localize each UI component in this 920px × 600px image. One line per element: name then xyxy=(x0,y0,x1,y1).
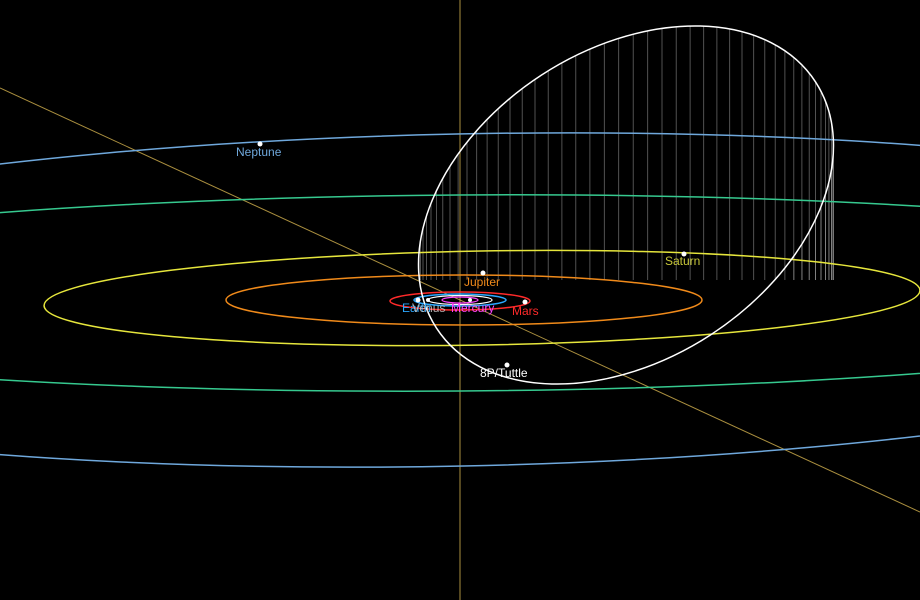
orbit-diagram: Neptune Saturn Jupiter Mars Earth Venus … xyxy=(0,0,920,600)
jupiter-label: Jupiter xyxy=(464,275,500,289)
venus-label: Venus xyxy=(412,301,445,315)
neptune-label: Neptune xyxy=(236,145,282,159)
comet-label: 8P/Tuttle xyxy=(480,366,528,380)
mars-label: Mars xyxy=(512,304,539,318)
saturn-label: Saturn xyxy=(665,254,700,268)
mercury-label: Mercury xyxy=(451,301,494,315)
